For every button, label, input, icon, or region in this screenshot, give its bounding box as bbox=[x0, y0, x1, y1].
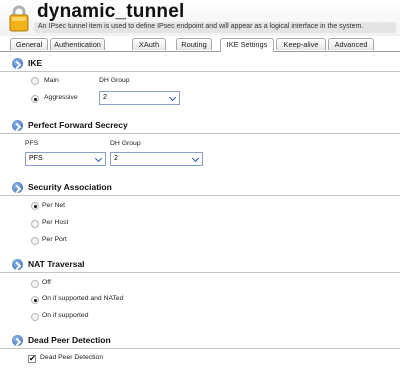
ike-dh-group-label: DH Group bbox=[99, 77, 130, 84]
page-header: dynamic_tunnel An IPsec tunnel item is u… bbox=[0, 0, 400, 36]
section-nat-traversal[interactable]: NAT Traversal bbox=[0, 256, 400, 273]
dpd-checkbox[interactable]: ✔ bbox=[28, 355, 36, 363]
pfs-dh-group-label: DH Group bbox=[110, 140, 141, 147]
chevron-right-icon[interactable] bbox=[12, 182, 23, 193]
chevron-right-icon[interactable] bbox=[12, 259, 23, 270]
chevron-down-icon bbox=[168, 93, 177, 102]
tab-keep-alive[interactable]: Keep-alive bbox=[276, 38, 326, 50]
lock-icon bbox=[9, 5, 29, 32]
section-dead-peer-detection[interactable]: Dead Peer Detection bbox=[0, 332, 400, 349]
pfs-label: PFS bbox=[25, 140, 39, 147]
tab-bar: General Authentication XAuth Routing IKE… bbox=[0, 37, 400, 52]
tab-general[interactable]: General bbox=[10, 38, 48, 50]
sa-per-net-label: Per Net bbox=[42, 202, 66, 209]
radio-sa-per-net[interactable] bbox=[31, 202, 39, 210]
ike-aggressive-label: Aggressive bbox=[44, 94, 78, 101]
pfs-select[interactable]: PFS bbox=[25, 152, 106, 166]
pfs-value: PFS bbox=[29, 155, 43, 162]
nat-off-label: Off bbox=[42, 279, 51, 286]
section-title-sa: Security Association bbox=[28, 182, 112, 192]
tab-ike-settings[interactable]: IKE Settings bbox=[220, 38, 274, 52]
chevron-down-icon bbox=[191, 154, 200, 163]
ike-main-label: Main bbox=[44, 77, 59, 84]
radio-nat-supported[interactable] bbox=[31, 313, 39, 321]
page-subtitle: An IPsec tunnel item is used to define I… bbox=[38, 23, 364, 30]
page-title: dynamic_tunnel bbox=[37, 1, 185, 22]
dpd-checkbox-label: Dead Peer Detection bbox=[40, 354, 104, 361]
chevron-down-icon bbox=[94, 154, 103, 163]
section-security-association[interactable]: Security Association bbox=[0, 179, 400, 196]
tab-routing[interactable]: Routing bbox=[176, 38, 212, 50]
nat-supported-label: On if supported bbox=[42, 312, 89, 319]
section-ike[interactable]: IKE bbox=[0, 55, 400, 72]
radio-nat-supported-nated[interactable] bbox=[31, 296, 39, 304]
section-title-pfs: Perfect Forward Secrecy bbox=[28, 120, 128, 130]
chevron-right-icon[interactable] bbox=[12, 335, 23, 346]
radio-sa-per-host[interactable] bbox=[31, 220, 39, 228]
pfs-dh-group-value: 2 bbox=[114, 155, 118, 162]
section-title-dpd: Dead Peer Detection bbox=[28, 335, 111, 345]
tab-xauth[interactable]: XAuth bbox=[132, 38, 166, 50]
section-title-ike: IKE bbox=[28, 58, 43, 68]
radio-nat-off[interactable] bbox=[31, 280, 39, 288]
radio-ike-aggressive[interactable] bbox=[31, 95, 39, 103]
ike-dh-group-select[interactable]: 2 bbox=[99, 91, 180, 105]
chevron-right-icon[interactable] bbox=[12, 58, 23, 69]
chevron-right-icon[interactable] bbox=[12, 120, 23, 131]
section-title-nat: NAT Traversal bbox=[28, 259, 85, 269]
sa-per-port-label: Per Port bbox=[42, 236, 67, 243]
tab-advanced[interactable]: Advanced bbox=[328, 38, 374, 50]
pfs-dh-group-select[interactable]: 2 bbox=[110, 152, 203, 166]
ike-dh-group-value: 2 bbox=[103, 94, 107, 101]
radio-ike-main[interactable] bbox=[31, 77, 39, 85]
nat-supported-nated-label: On if supported and NATed bbox=[42, 295, 124, 302]
sa-per-host-label: Per Host bbox=[42, 219, 69, 226]
radio-sa-per-port[interactable] bbox=[31, 237, 39, 245]
tab-authentication[interactable]: Authentication bbox=[50, 38, 105, 50]
checkmark-icon: ✔ bbox=[29, 354, 36, 363]
section-pfs[interactable]: Perfect Forward Secrecy bbox=[0, 117, 400, 134]
